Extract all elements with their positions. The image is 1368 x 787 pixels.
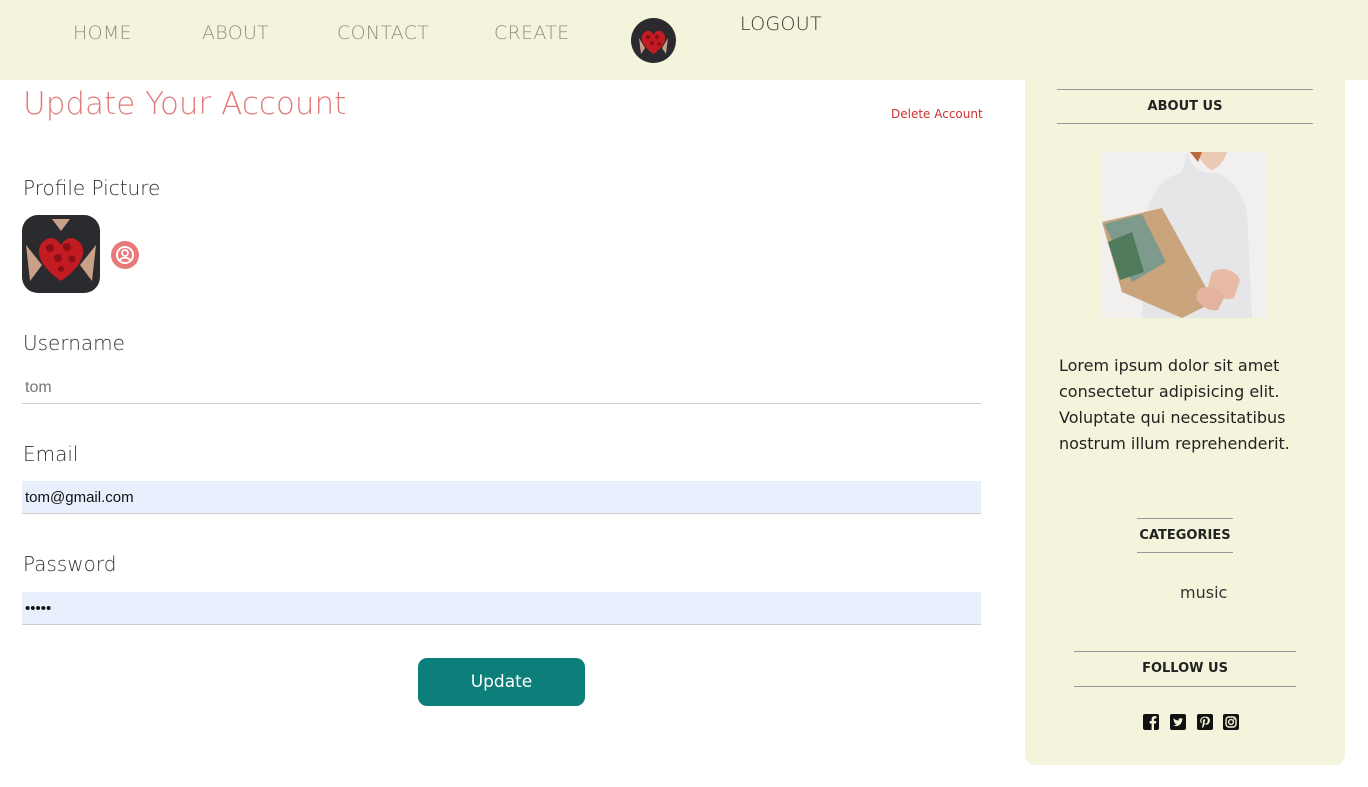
email-label: Email (23, 442, 79, 466)
category-link-music[interactable]: music (1180, 583, 1227, 602)
follow-us-heading: FOLLOW US (1074, 651, 1296, 687)
user-avatar[interactable] (631, 18, 676, 63)
instagram-icon[interactable] (1222, 713, 1240, 731)
nav-logout-link[interactable]: LOGOUT (740, 13, 822, 35)
woman-with-bouquet-image (1102, 152, 1268, 318)
sidebar: ABOUT US Lorem ipsum dolor sit amet cons… (1025, 78, 1345, 765)
delete-account-link[interactable]: Delete Account (891, 107, 983, 121)
about-us-image (1102, 152, 1268, 318)
heart-roses-image (22, 215, 100, 293)
pinterest-icon[interactable] (1196, 713, 1214, 731)
facebook-icon[interactable] (1142, 713, 1160, 731)
nav-create-link[interactable]: CREATE (494, 22, 569, 44)
update-button[interactable]: Update (418, 658, 585, 706)
user-circle-upload-icon[interactable] (111, 241, 139, 269)
username-label: Username (23, 331, 125, 355)
nav-about-link[interactable]: ABOUT (202, 22, 269, 44)
heart-roses-image (631, 18, 676, 63)
nav-home-link[interactable]: HOME (73, 22, 132, 44)
email-input[interactable] (22, 481, 981, 514)
categories-heading: CATEGORIES (1137, 518, 1233, 553)
about-us-heading: ABOUT US (1057, 89, 1313, 124)
page-title: Update Your Account (23, 86, 347, 122)
twitter-icon[interactable] (1169, 713, 1187, 731)
top-navbar: HOME ABOUT CONTACT CREATE LOGOUT (0, 0, 1368, 80)
password-input[interactable] (22, 592, 981, 625)
username-input[interactable] (22, 372, 981, 404)
about-us-text: Lorem ipsum dolor sit amet consectetur a… (1059, 356, 1290, 453)
profile-picture (22, 215, 100, 293)
nav-contact-link[interactable]: CONTACT (337, 22, 429, 44)
profile-picture-label: Profile Picture (23, 176, 161, 200)
password-label: Password (23, 552, 117, 576)
user-circle-icon (116, 246, 134, 264)
